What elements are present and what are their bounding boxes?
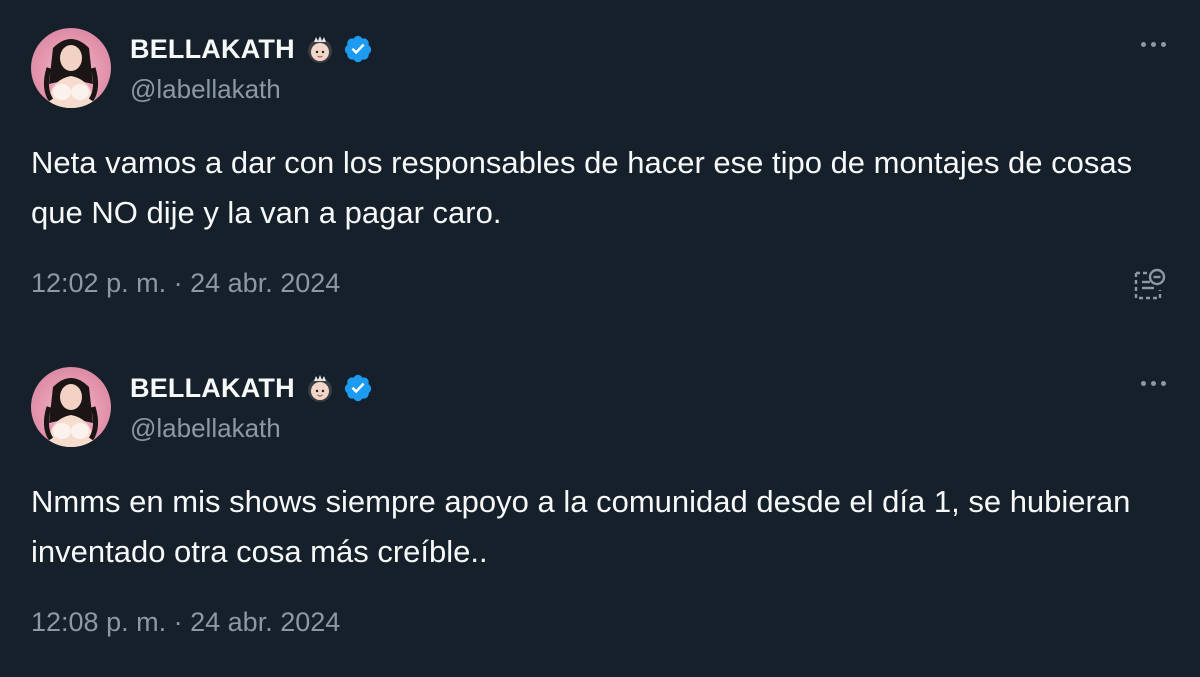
tweet-text: Neta vamos a dar con los responsables de… [31, 145, 1133, 230]
tweet-time: 12:02 p. m. [31, 268, 167, 298]
tweet-time: 12:08 p. m. [31, 607, 167, 637]
more-options-icon[interactable] [1141, 381, 1166, 386]
princess-emoji-icon [305, 34, 335, 64]
tweet-date: 24 abr. 2024 [190, 607, 341, 637]
avatar[interactable] [31, 367, 111, 447]
tweet-timestamp[interactable]: 12:02 p. m. · 24 abr. 2024 [31, 268, 340, 299]
more-options-icon[interactable] [1141, 42, 1166, 47]
verified-badge-icon[interactable] [343, 373, 373, 403]
author-name[interactable]: BELLAKATH [130, 34, 295, 65]
author-name[interactable]: BELLAKATH [130, 373, 295, 404]
tweet-card[interactable]: BELLAKATH @labellakath Nmms en mis shows… [0, 339, 1200, 677]
tweet-text: Nmms en mis shows siempre apoyo a la com… [31, 484, 1131, 569]
community-note-icon[interactable] [1132, 266, 1166, 302]
tweet-card[interactable]: BELLAKATH @labellakath Neta vamos a dar … [0, 0, 1200, 339]
verified-badge-icon[interactable] [343, 34, 373, 64]
author-handle[interactable]: @labellakath [130, 413, 281, 444]
separator: · [173, 268, 183, 298]
princess-emoji-icon [305, 373, 335, 403]
tweet-date: 24 abr. 2024 [190, 268, 341, 298]
author-handle[interactable]: @labellakath [130, 74, 281, 105]
avatar[interactable] [31, 28, 111, 108]
separator: · [173, 607, 183, 637]
tweet-timestamp[interactable]: 12:08 p. m. · 24 abr. 2024 [31, 607, 340, 638]
